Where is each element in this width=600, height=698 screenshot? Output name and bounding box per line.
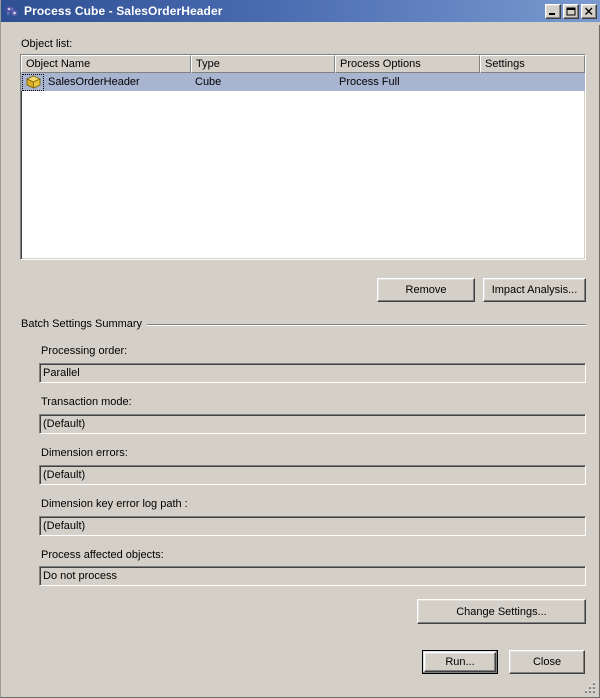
- transaction-mode-label: Transaction mode:: [41, 396, 132, 408]
- run-button[interactable]: Run...: [422, 650, 498, 674]
- processing-order-field[interactable]: Parallel: [39, 363, 586, 383]
- dimension-errors-field[interactable]: (Default): [39, 465, 586, 485]
- cell-settings: [480, 73, 585, 91]
- close-dialog-button-label: Close: [532, 656, 562, 668]
- impact-analysis-button-label: Impact Analysis...: [491, 284, 578, 296]
- process-cube-dialog: Process Cube - SalesOrderHeader Object l…: [0, 0, 600, 698]
- change-settings-button[interactable]: Change Settings...: [417, 599, 586, 624]
- remove-button[interactable]: Remove: [377, 278, 475, 302]
- dimension-key-error-log-path-field[interactable]: (Default): [39, 516, 586, 536]
- close-dialog-button[interactable]: Close: [509, 650, 585, 674]
- window-title: Process Cube - SalesOrderHeader: [24, 4, 223, 18]
- column-header-type[interactable]: Type: [191, 55, 335, 73]
- process-cube-icon: [4, 3, 20, 19]
- list-body: SalesOrderHeader Cube Process Full: [21, 73, 585, 91]
- table-row[interactable]: SalesOrderHeader Cube Process Full: [21, 73, 585, 91]
- column-header-settings[interactable]: Settings: [480, 55, 585, 73]
- list-header-row: Object Name Type Process Options Setting…: [21, 55, 585, 73]
- cell-type: Cube: [195, 76, 222, 88]
- impact-analysis-button[interactable]: Impact Analysis...: [483, 278, 586, 302]
- dimension-errors-label: Dimension errors:: [41, 447, 128, 459]
- processing-order-label: Processing order:: [41, 345, 128, 357]
- object-list-view[interactable]: Object Name Type Process Options Setting…: [20, 54, 586, 260]
- titlebar-separator: [1, 22, 600, 25]
- column-header-process-options[interactable]: Process Options: [335, 55, 480, 73]
- batch-settings-group-label: Batch Settings Summary: [21, 318, 148, 330]
- maximize-button[interactable]: [563, 3, 579, 19]
- cell-object-name-text: SalesOrderHeader: [48, 76, 140, 88]
- process-affected-objects-label: Process affected objects:: [41, 549, 164, 561]
- object-list-label: Object list:: [21, 38, 73, 50]
- cell-process-options: Process Full: [339, 76, 400, 88]
- run-button-label: Run...: [445, 656, 475, 668]
- cube-icon: [22, 73, 44, 91]
- resize-grip[interactable]: [583, 681, 597, 695]
- column-header-object-name[interactable]: Object Name: [21, 55, 191, 73]
- dimension-key-error-log-path-label: Dimension key error log path :: [41, 498, 188, 510]
- transaction-mode-field[interactable]: (Default): [39, 414, 586, 434]
- remove-button-label: Remove: [405, 284, 447, 296]
- change-settings-button-label: Change Settings...: [456, 605, 547, 618]
- cell-object-name: SalesOrderHeader: [21, 73, 191, 91]
- title-bar[interactable]: Process Cube - SalesOrderHeader: [1, 0, 600, 22]
- minimize-button[interactable]: [545, 3, 561, 19]
- close-button[interactable]: [581, 3, 597, 19]
- process-affected-objects-field[interactable]: Do not process: [39, 566, 586, 586]
- titlebar-buttons: [545, 3, 597, 19]
